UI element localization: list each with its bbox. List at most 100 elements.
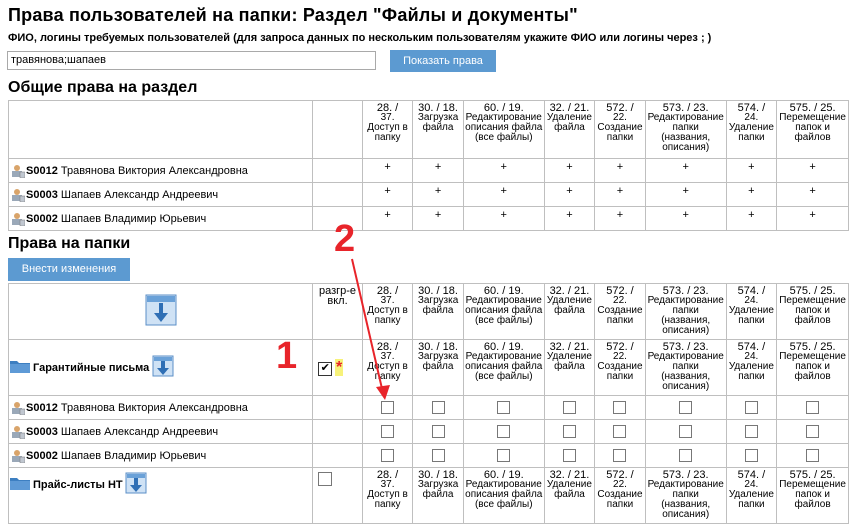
user-name: Шапаев Владимир Юрьевич <box>60 212 207 225</box>
section-general-rights-title: Общие права на раздел <box>8 79 198 96</box>
user-name: Травянова Виктория Александровна <box>60 401 248 414</box>
permission-plus: + <box>644 158 727 183</box>
col-label: Редактирование описания файла (все файлы… <box>465 479 543 510</box>
user-icon <box>11 212 26 226</box>
col-label: Редактирование описания файла (все файлы… <box>465 112 543 143</box>
col-label: 37. Доступ в папку <box>367 479 408 510</box>
expand-folder-icon[interactable] <box>152 355 174 380</box>
permission-checkbox[interactable] <box>562 449 576 462</box>
table-row: S0002 Шапаев Владимир Юрьевич <box>7 443 849 468</box>
permission-plus: + <box>725 158 778 183</box>
permission-checkbox[interactable] <box>497 449 511 462</box>
permission-plus: + <box>543 158 596 183</box>
user-code: S0003 <box>26 425 58 438</box>
permission-checkbox[interactable] <box>806 401 820 414</box>
search-input[interactable]: травянова;шапаев <box>7 51 376 70</box>
user-code: S0002 <box>26 449 58 462</box>
permission-plus: + <box>543 182 596 207</box>
permission-checkbox[interactable] <box>431 425 445 438</box>
col-label: 24. Удаление папки <box>728 351 774 382</box>
col-label: Удаление файла <box>546 351 592 372</box>
permission-checkbox[interactable] <box>381 425 395 438</box>
page-title: Права пользователей на папки: Раздел "Фа… <box>8 5 578 25</box>
col-label: 22. Создание папки <box>597 112 643 143</box>
permission-plus: + <box>462 158 545 183</box>
col-label: 24. Удаление папки <box>728 112 774 143</box>
permission-checkbox[interactable] <box>431 401 445 414</box>
permission-plus: + <box>412 158 464 183</box>
permission-checkbox[interactable] <box>744 425 758 438</box>
annotation-number-2: 2 <box>334 218 356 260</box>
col-label: 24. Удаление папки <box>728 479 774 510</box>
permission-checkbox[interactable] <box>497 425 511 438</box>
col-label: Редактирование папки (названия, описания… <box>647 112 724 153</box>
apply-changes-button[interactable]: Внести изменения <box>8 258 130 281</box>
permission-checkbox[interactable] <box>613 425 627 438</box>
user-name: Травянова Виктория Александровна <box>60 164 248 177</box>
col-label: 22. Создание папки <box>597 295 643 326</box>
annotation-number-1: 1 <box>276 335 298 377</box>
col-label: Перемещение папок и файлов <box>779 295 846 326</box>
folder-icon <box>9 358 31 377</box>
folder-name[interactable]: Прайс-листы НТ <box>31 479 123 491</box>
col-label: Удаление файла <box>546 295 592 316</box>
user-code: S0002 <box>26 212 58 225</box>
col-label: Перемещение папок и файлов <box>779 351 846 382</box>
user-icon <box>11 164 26 178</box>
show-rights-button[interactable]: Показать права <box>390 50 496 72</box>
user-code: S0003 <box>26 188 58 201</box>
col-label: 37. Доступ в папку <box>367 112 408 143</box>
permission-plus: + <box>361 158 414 183</box>
unblock-checkbox[interactable]: ✔ <box>318 361 333 376</box>
permission-checkbox[interactable] <box>744 401 758 414</box>
section-folder-rights-title: Права на папки <box>8 235 131 252</box>
col-label: Загрузка файла <box>417 351 459 372</box>
permission-plus: + <box>725 206 778 231</box>
permission-checkbox[interactable] <box>613 449 627 462</box>
expand-folder-icon[interactable] <box>125 472 147 497</box>
permission-plus: + <box>644 206 727 231</box>
folder-name[interactable]: Гарантийные письма <box>31 362 149 374</box>
user-icon <box>11 401 26 415</box>
permission-checkbox[interactable] <box>679 449 693 462</box>
col-label: Редактирование описания файла (все файлы… <box>465 295 543 326</box>
col-label: Редактирование папки (названия, описания… <box>647 295 724 336</box>
permission-checkbox[interactable] <box>806 425 820 438</box>
permission-checkbox[interactable] <box>679 401 693 414</box>
permission-plus: + <box>361 182 414 207</box>
general-rights-table: 28. /37. Доступ в папку 30. / 18. Загрузк… <box>7 100 849 231</box>
permission-checkbox[interactable] <box>562 401 576 414</box>
permission-plus: + <box>412 182 464 207</box>
user-name: Шапаев Александр Андреевич <box>60 425 219 438</box>
col-label: Загрузка файла <box>417 479 459 500</box>
table-row: S0012 Травянова Виктория Александровна <box>7 395 849 420</box>
permission-plus: + <box>776 182 849 207</box>
col-label: 22. Создание папки <box>597 351 643 382</box>
folder-icon <box>9 475 31 494</box>
permission-checkbox[interactable] <box>613 401 627 414</box>
permission-checkbox[interactable] <box>562 425 576 438</box>
table-row: S0002 Шапаев Владимир Юрьевич + + + + + … <box>7 206 849 231</box>
folder-row: Прайс-листы НТ 28. /37. Доступ в папку 3… <box>7 467 849 524</box>
permission-plus: + <box>361 206 414 231</box>
table-row: S0003 Шапаев Александр Андреевич <box>7 419 849 444</box>
permission-checkbox[interactable] <box>806 449 820 462</box>
col-label: Удаление файла <box>546 112 592 133</box>
unblock-checkbox[interactable] <box>318 472 333 486</box>
user-code: S0012 <box>26 164 58 177</box>
table-row: S0003 Шапаев Александр Андреевич + + + +… <box>7 182 849 207</box>
folder-row: Гарантийные письма ✔ * 28. /37. Доступ в… <box>7 339 849 396</box>
permission-checkbox[interactable] <box>431 449 445 462</box>
permission-checkbox[interactable] <box>497 401 511 414</box>
folder-rights-table: разгр-е вкл. 28. /37. Доступ в папку 30.… <box>7 283 849 524</box>
header-empty <box>312 100 363 159</box>
user-icon <box>11 188 26 202</box>
search-hint: ФИО, логины требуемых пользователей (для… <box>8 32 712 44</box>
permission-checkbox[interactable] <box>744 449 758 462</box>
permission-plus: + <box>776 206 849 231</box>
permission-checkbox[interactable] <box>381 449 395 462</box>
permission-plus: + <box>412 206 464 231</box>
collapse-all-icon[interactable] <box>145 294 177 329</box>
permission-plus: + <box>462 182 545 207</box>
permission-checkbox[interactable] <box>679 425 693 438</box>
